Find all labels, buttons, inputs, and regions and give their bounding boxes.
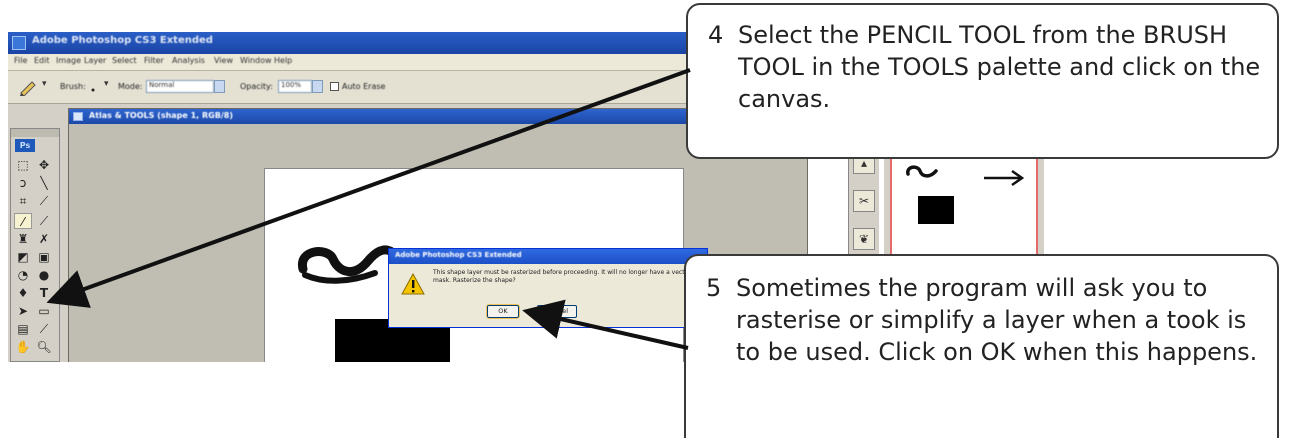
arrow-to-brush-tool <box>46 68 691 308</box>
arrow-to-ok-button <box>522 299 689 350</box>
annotation-arrows <box>46 68 691 350</box>
